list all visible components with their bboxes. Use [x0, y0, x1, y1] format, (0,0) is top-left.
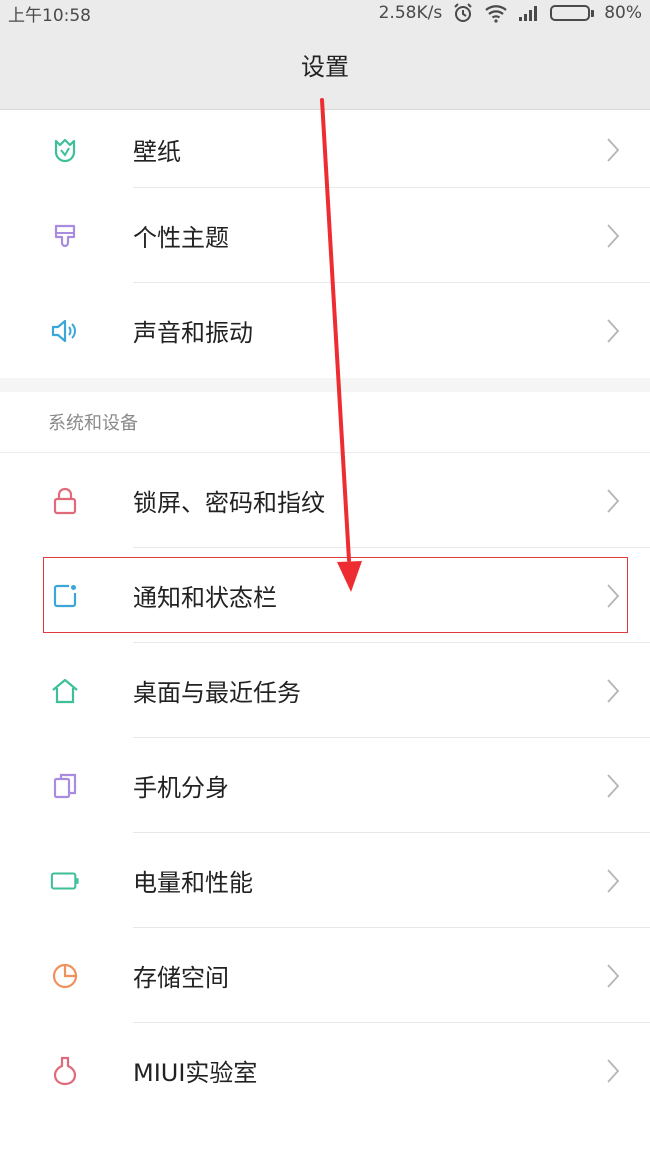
chevron-right-icon — [606, 963, 620, 989]
section-header-system: 系统和设备 — [0, 392, 650, 452]
storage-icon — [50, 961, 80, 991]
status-bar: 上午10:58 2.58K/s 80% — [0, 0, 650, 26]
sound-icon — [50, 316, 80, 346]
notification-icon — [50, 581, 80, 611]
network-speed: 2.58K/s — [378, 3, 443, 23]
settings-item-label: 电量和性能 — [133, 869, 253, 897]
settings-item-notifications[interactable]: 通知和状态栏 — [0, 548, 650, 643]
lock-icon — [50, 486, 80, 516]
chevron-right-icon — [606, 773, 620, 799]
title-bar: 设置 — [0, 26, 650, 110]
settings-item-wallpaper[interactable]: 壁纸 — [0, 111, 650, 188]
chevron-right-icon — [606, 223, 620, 249]
chevron-right-icon — [606, 678, 620, 704]
settings-item-label: 个性主题 — [133, 224, 229, 252]
wallpaper-icon — [50, 135, 80, 165]
settings-item-label: 锁屏、密码和指纹 — [133, 489, 325, 517]
chevron-right-icon — [606, 583, 620, 609]
second-space-icon — [50, 771, 80, 801]
status-right: 2.58K/s 80% — [379, 2, 642, 24]
settings-item-label: MIUI实验室 — [133, 1059, 258, 1087]
chevron-right-icon — [606, 318, 620, 344]
settings-item-miui-lab[interactable]: MIUI实验室 — [0, 1023, 650, 1118]
page-title: 设置 — [301, 53, 349, 81]
wifi-icon — [484, 3, 508, 23]
battery-icon — [550, 5, 595, 21]
settings-list: 壁纸 个性主题 声音和振动 系统和设备 锁屏、密码和指纹 通知和状态栏 桌面与最… — [0, 111, 650, 1118]
settings-item-second-space[interactable]: 手机分身 — [0, 738, 650, 833]
settings-item-label: 声音和振动 — [133, 319, 253, 347]
theme-icon — [50, 221, 80, 251]
settings-item-sound[interactable]: 声音和振动 — [0, 283, 650, 378]
chevron-right-icon — [606, 488, 620, 514]
status-time: 上午10:58 — [8, 5, 91, 26]
settings-item-label: 桌面与最近任务 — [133, 679, 301, 707]
chevron-right-icon — [606, 137, 620, 163]
lab-flask-icon — [50, 1056, 80, 1086]
settings-item-label: 手机分身 — [133, 774, 229, 802]
settings-item-home[interactable]: 桌面与最近任务 — [0, 643, 650, 738]
chevron-right-icon — [606, 868, 620, 894]
signal-icon — [518, 4, 540, 22]
settings-item-label: 存储空间 — [133, 964, 229, 992]
section-gap — [0, 378, 650, 392]
settings-item-storage[interactable]: 存储空间 — [0, 928, 650, 1023]
chevron-right-icon — [606, 1058, 620, 1084]
settings-item-battery[interactable]: 电量和性能 — [0, 833, 650, 928]
settings-item-lockscreen[interactable]: 锁屏、密码和指纹 — [0, 453, 650, 548]
settings-item-theme[interactable]: 个性主题 — [0, 188, 650, 283]
battery-percent: 80% — [604, 3, 642, 23]
battery-performance-icon — [50, 866, 80, 896]
alarm-icon — [452, 2, 474, 24]
settings-item-label: 通知和状态栏 — [133, 584, 277, 612]
settings-item-label: 壁纸 — [133, 138, 181, 166]
home-icon — [50, 676, 80, 706]
